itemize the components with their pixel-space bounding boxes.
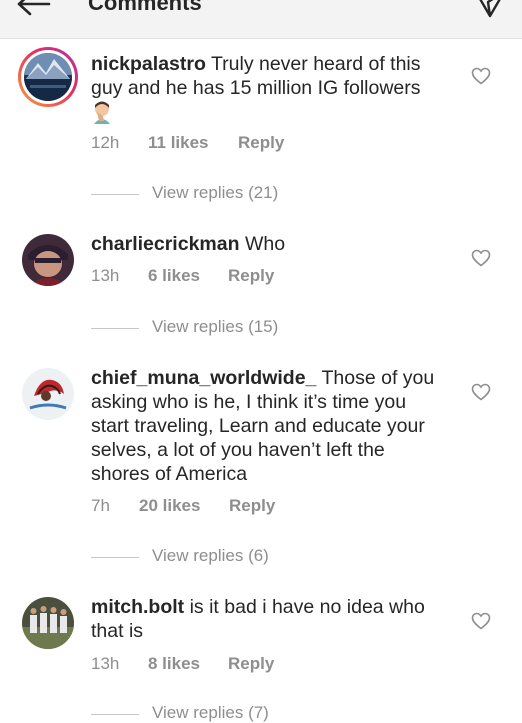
comment-timestamp: 13h <box>91 266 120 285</box>
like-heart-icon[interactable] <box>471 249 491 272</box>
view-replies-label[interactable]: View replies (7) <box>152 703 269 723</box>
avatar[interactable] <box>22 597 74 649</box>
view-replies-label[interactable]: View replies (21) <box>152 183 278 203</box>
avatar-image <box>22 597 74 649</box>
comment-username[interactable]: mitch.bolt <box>91 596 184 618</box>
replies-divider-line <box>91 714 139 715</box>
reply-button[interactable]: Reply <box>228 266 274 286</box>
likes-count-button[interactable]: 6 likes <box>148 266 200 286</box>
view-replies-label[interactable]: View replies (15) <box>152 317 278 337</box>
avatar-image <box>22 234 74 286</box>
avatar-image <box>22 368 74 420</box>
likes-count-button[interactable]: 11 likes <box>148 133 209 153</box>
comments-header: Comments <box>0 0 522 39</box>
replies-divider-line <box>91 557 139 558</box>
replies-divider-line <box>91 194 139 195</box>
avatar-image <box>24 53 72 101</box>
comment-text: charliecrickman Who <box>91 232 446 256</box>
like-heart-icon[interactable] <box>471 67 491 90</box>
like-heart-icon[interactable] <box>471 612 491 635</box>
page-title: Comments <box>88 0 202 15</box>
likes-count-button[interactable]: 20 likes <box>139 496 200 516</box>
comment-text: mitch.bolt is it bad i have no idea who … <box>91 595 446 643</box>
facepalm-emoji-icon <box>91 100 113 130</box>
replies-divider-line <box>91 328 139 329</box>
comment-timestamp: 7h <box>91 496 110 515</box>
avatar[interactable] <box>22 368 74 420</box>
send-icon[interactable] <box>474 0 506 25</box>
avatar[interactable] <box>22 234 74 286</box>
comment-timestamp: 12h <box>91 133 120 152</box>
reply-button[interactable]: Reply <box>238 133 284 153</box>
likes-count-button[interactable]: 8 likes <box>148 654 200 674</box>
reply-button[interactable]: Reply <box>228 654 274 674</box>
reply-button[interactable]: Reply <box>229 496 275 516</box>
comment-username[interactable]: chief_muna_worldwide_ <box>91 367 316 389</box>
comment-timestamp: 13h <box>91 654 120 673</box>
comment-text: chief_muna_worldwide_ Those of you askin… <box>91 366 446 486</box>
like-heart-icon[interactable] <box>471 383 491 406</box>
back-arrow-icon[interactable] <box>16 0 52 27</box>
comment-body: Who <box>244 233 286 255</box>
avatar[interactable] <box>18 47 78 107</box>
comment-text: nickpalastro Truly never heard of this g… <box>91 52 446 130</box>
comment-username[interactable]: charliecrickman <box>91 233 240 255</box>
view-replies-label[interactable]: View replies (6) <box>152 546 269 566</box>
comment-username[interactable]: nickpalastro <box>91 53 206 75</box>
